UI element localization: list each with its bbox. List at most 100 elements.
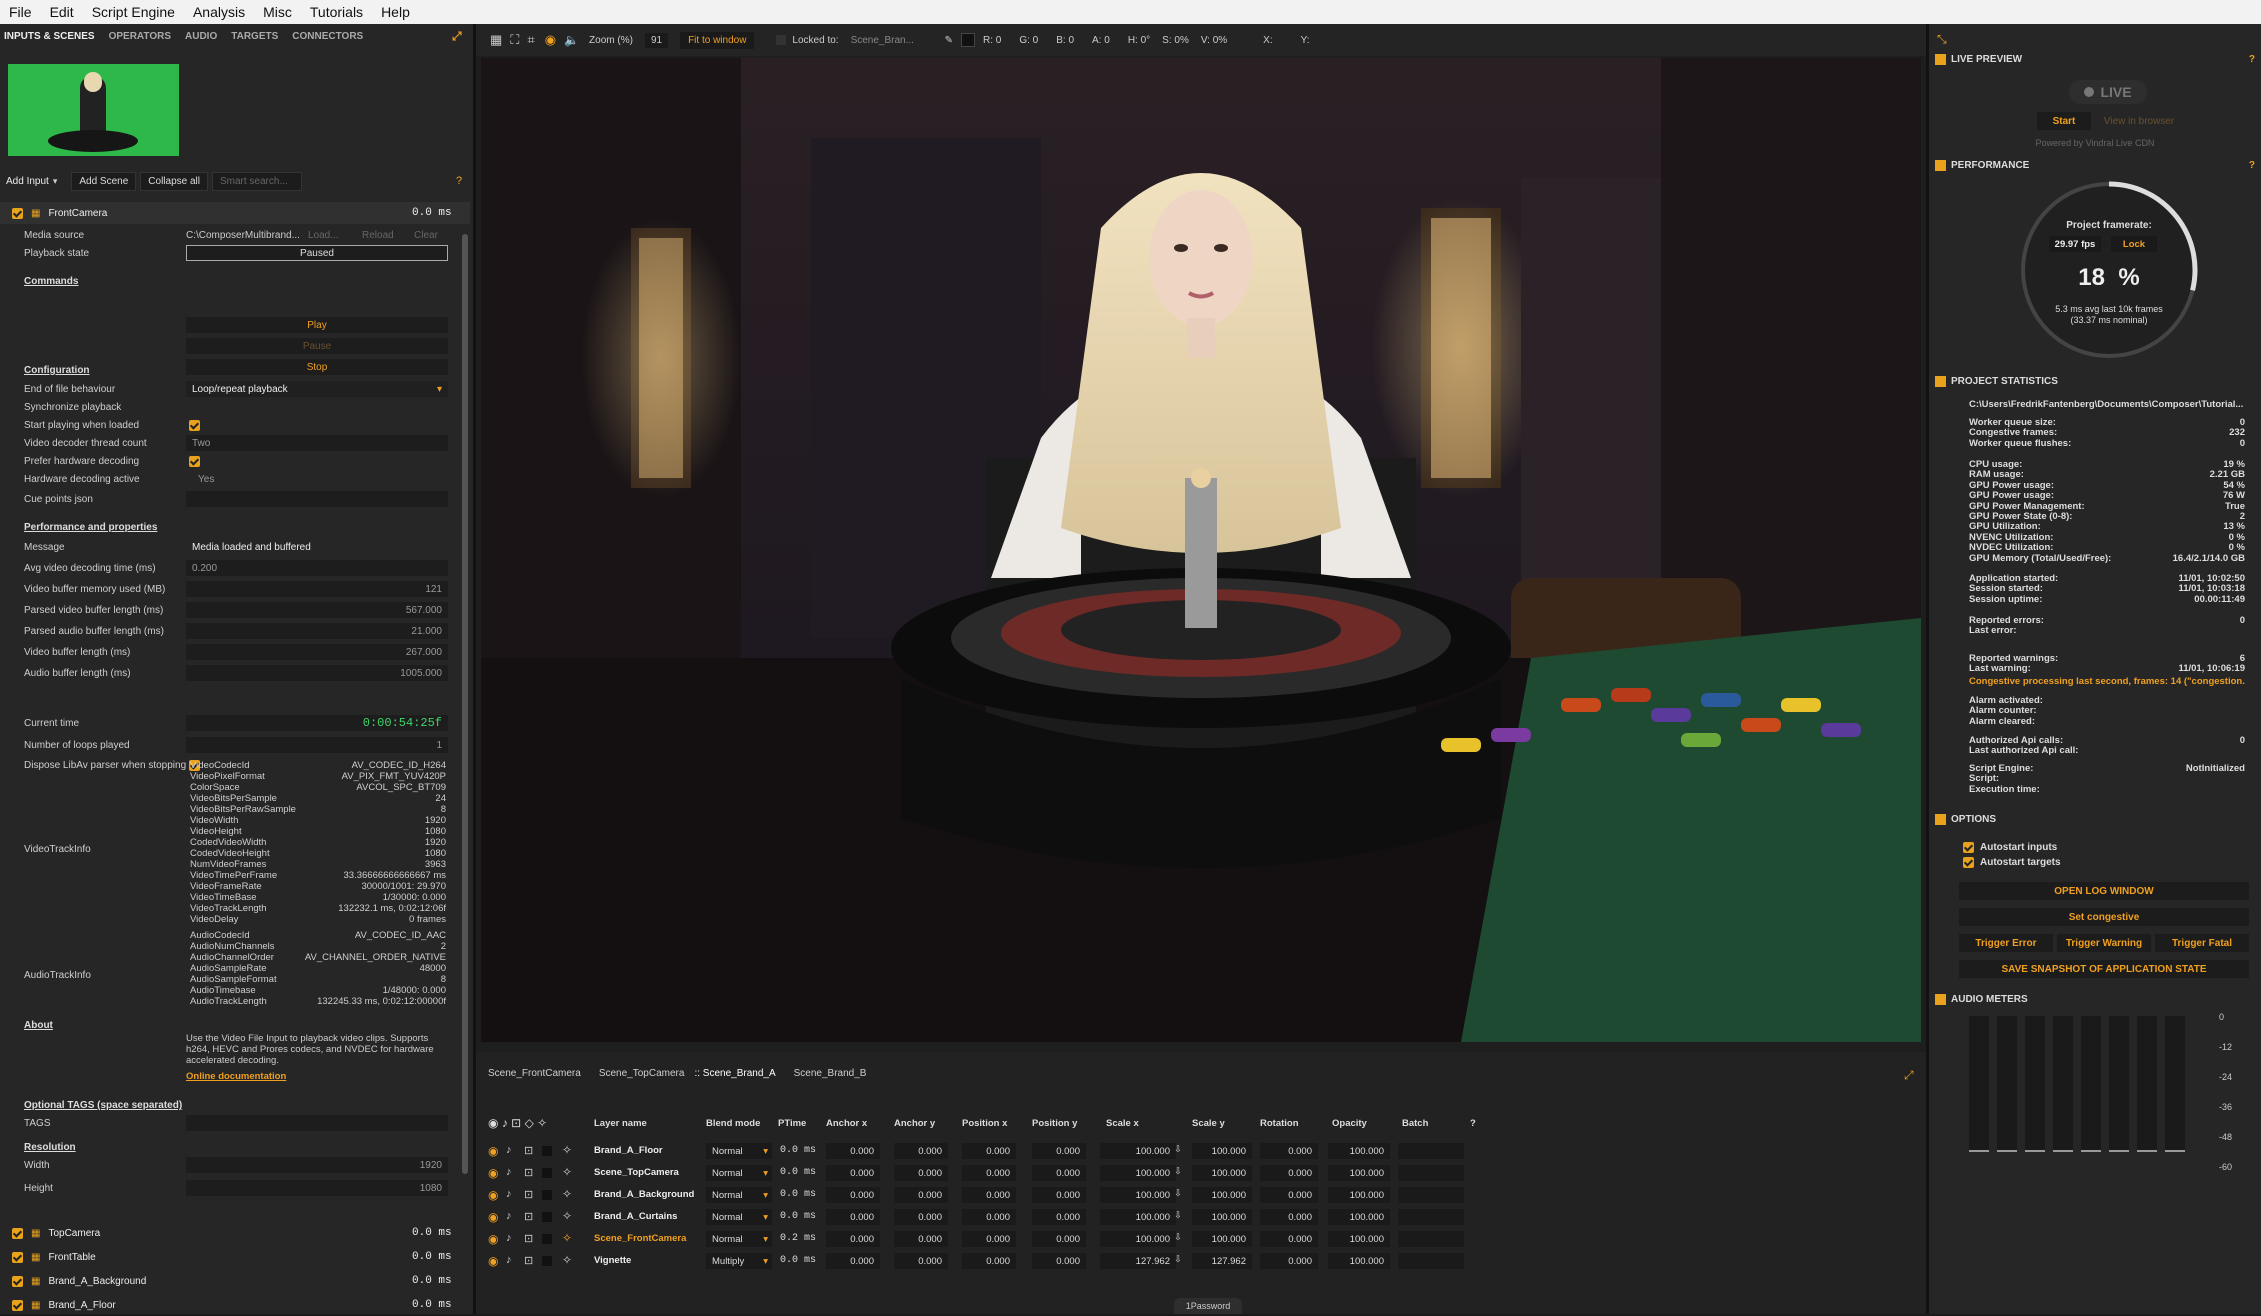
batch-checkbox[interactable] bbox=[542, 1168, 552, 1178]
trigger-warning-button[interactable]: Trigger Warning bbox=[2057, 934, 2151, 952]
lock-icon[interactable]: ⊡ bbox=[524, 1144, 533, 1157]
layer-row[interactable]: ◉ ♪ ⊡ ✧ Brand_A_Background Normal ▾ 0.0 ms 0.000… bbox=[476, 1184, 1926, 1206]
eye-icon[interactable]: ◉ bbox=[488, 1254, 498, 1268]
input-list-item[interactable]: ▦ FrontTable 0.0 ms bbox=[0, 1246, 470, 1268]
lock-icon[interactable]: ⊡ bbox=[524, 1188, 533, 1201]
batch-checkbox[interactable] bbox=[542, 1212, 552, 1222]
blend-mode-select[interactable]: Normal ▾ bbox=[706, 1165, 772, 1181]
collapse-icon[interactable] bbox=[1935, 813, 1946, 825]
layer-sy-input[interactable]: 127.962 bbox=[1192, 1253, 1252, 1269]
layer-op-input[interactable]: 100.000 bbox=[1328, 1165, 1390, 1181]
speaker-icon[interactable]: ♪ bbox=[506, 1210, 512, 1222]
layer-rot-input[interactable]: 0.000 bbox=[1260, 1165, 1318, 1181]
layer-px-input[interactable]: 0.000 bbox=[962, 1209, 1016, 1225]
blend-mode-select[interactable]: Multiply ▾ bbox=[706, 1253, 772, 1269]
layer-px-input[interactable]: 0.000 bbox=[962, 1187, 1016, 1203]
collapse-icon[interactable] bbox=[1935, 53, 1946, 65]
enable-checkbox[interactable] bbox=[12, 1275, 23, 1287]
layer-py-input[interactable]: 0.000 bbox=[1032, 1231, 1086, 1247]
layer-ay-input[interactable]: 0.000 bbox=[894, 1143, 948, 1159]
layer-name[interactable]: Brand_A_Background bbox=[594, 1189, 694, 1200]
width-input[interactable]: 1920 bbox=[186, 1157, 448, 1173]
layer-sx-input[interactable]: 100.000 bbox=[1100, 1187, 1176, 1203]
scene-tab-topcamera[interactable]: Scene_TopCamera bbox=[599, 1068, 685, 1079]
clear-button[interactable]: Clear bbox=[414, 230, 438, 241]
layers-icon[interactable]: ◇ bbox=[525, 1116, 534, 1130]
autostart-inputs-checkbox[interactable] bbox=[1963, 842, 1974, 853]
preview-viewport[interactable] bbox=[481, 58, 1921, 1042]
eof-select[interactable]: Loop/repeat playback ▾ bbox=[186, 381, 448, 397]
layer-name[interactable]: Brand_A_Floor bbox=[594, 1145, 663, 1156]
lock-button[interactable]: Lock bbox=[2111, 236, 2157, 252]
link-scale-icon[interactable]: ⇩ bbox=[1174, 1232, 1182, 1243]
lock-icon[interactable]: ⊡ bbox=[511, 1116, 521, 1130]
batch-checkbox[interactable] bbox=[542, 1256, 552, 1266]
layer-batch-input[interactable] bbox=[1398, 1143, 1464, 1159]
input-list-item[interactable]: ▦ Brand_A_Floor 0.0 ms bbox=[0, 1294, 470, 1316]
layer-sy-input[interactable]: 100.000 bbox=[1192, 1143, 1252, 1159]
fit-to-window-button[interactable]: Fit to window bbox=[680, 31, 755, 49]
layer-px-input[interactable]: 0.000 bbox=[962, 1253, 1016, 1269]
layer-ax-input[interactable]: 0.000 bbox=[826, 1143, 880, 1159]
trigger-error-button[interactable]: Trigger Error bbox=[1959, 934, 2053, 952]
scene-tab-brand-a[interactable]: :: Scene_Brand_A bbox=[694, 1068, 775, 1079]
batch-checkbox[interactable] bbox=[542, 1146, 552, 1156]
layer-py-input[interactable]: 0.000 bbox=[1032, 1143, 1086, 1159]
speaker-icon[interactable]: ♪ bbox=[506, 1166, 512, 1178]
menu-misc[interactable]: Misc bbox=[254, 4, 301, 20]
batch-checkbox[interactable] bbox=[542, 1190, 552, 1200]
stop-button[interactable]: Stop bbox=[186, 359, 448, 375]
tags-input[interactable] bbox=[186, 1115, 448, 1131]
enable-checkbox[interactable] bbox=[12, 1251, 23, 1263]
layer-rot-input[interactable]: 0.000 bbox=[1260, 1231, 1318, 1247]
play-button[interactable]: Play bbox=[186, 317, 448, 333]
hw-decoding-checkbox[interactable] bbox=[189, 455, 200, 467]
collapse-icon[interactable] bbox=[12, 207, 23, 219]
layer-sy-input[interactable]: 100.000 bbox=[1192, 1165, 1252, 1181]
layer-rot-input[interactable]: 0.000 bbox=[1260, 1209, 1318, 1225]
layer-ay-input[interactable]: 0.000 bbox=[894, 1209, 948, 1225]
input-header-frontcamera[interactable]: ▦ FrontCamera 0.0 ms bbox=[0, 202, 470, 224]
wand-icon[interactable]: ✧ bbox=[562, 1143, 572, 1157]
load-button[interactable]: Load... bbox=[308, 230, 339, 241]
threads-value[interactable]: Two bbox=[186, 435, 448, 451]
start-live-button[interactable]: Start bbox=[2037, 112, 2091, 130]
layer-op-input[interactable]: 100.000 bbox=[1328, 1209, 1390, 1225]
layer-sy-input[interactable]: 100.000 bbox=[1192, 1187, 1252, 1203]
eye-icon[interactable]: ◉ bbox=[488, 1116, 498, 1130]
layer-sy-input[interactable]: 100.000 bbox=[1192, 1209, 1252, 1225]
online-docs-link[interactable]: Online documentation bbox=[186, 1071, 286, 1082]
menu-script-engine[interactable]: Script Engine bbox=[83, 4, 184, 20]
lock-icon[interactable]: ⊡ bbox=[524, 1254, 533, 1267]
collapse-icon[interactable] bbox=[1935, 375, 1946, 387]
layer-px-input[interactable]: 0.000 bbox=[962, 1231, 1016, 1247]
collapse-icon[interactable] bbox=[1935, 993, 1946, 1005]
smart-search-input[interactable]: Smart search... bbox=[211, 171, 302, 191]
blend-mode-select[interactable]: Normal ▾ bbox=[706, 1143, 772, 1159]
layer-name[interactable]: Brand_A_Curtains bbox=[594, 1211, 677, 1222]
tab-audio[interactable]: AUDIO bbox=[185, 31, 217, 42]
help-icon[interactable]: ? bbox=[456, 175, 462, 187]
project-statistics-header[interactable]: PROJECT STATISTICS bbox=[1929, 372, 2261, 390]
frame-icon[interactable]: ⛶ bbox=[510, 32, 519, 48]
layer-batch-input[interactable] bbox=[1398, 1187, 1464, 1203]
layer-row[interactable]: ◉ ♪ ⊡ ✧ Scene_FrontCamera Normal ▾ 0.2 ms 0.000 0… bbox=[476, 1228, 1926, 1250]
layer-batch-input[interactable] bbox=[1398, 1231, 1464, 1247]
layer-rot-input[interactable]: 0.000 bbox=[1260, 1253, 1318, 1269]
layer-batch-input[interactable] bbox=[1398, 1165, 1464, 1181]
pause-button[interactable]: Pause bbox=[186, 338, 448, 354]
tab-operators[interactable]: OPERATORS bbox=[109, 31, 171, 42]
layer-ax-input[interactable]: 0.000 bbox=[826, 1209, 880, 1225]
input-thumbnail[interactable] bbox=[8, 64, 179, 156]
layer-row[interactable]: ◉ ♪ ⊡ ✧ Brand_A_Floor Normal ▾ 0.0 ms 0.000 0.000… bbox=[476, 1140, 1926, 1162]
layer-op-input[interactable]: 100.000 bbox=[1328, 1187, 1390, 1203]
add-scene-button[interactable]: Add Scene bbox=[71, 171, 137, 191]
lock-icon[interactable]: ⊡ bbox=[524, 1166, 533, 1179]
locked-checkbox[interactable] bbox=[776, 35, 787, 45]
tab-connectors[interactable]: CONNECTORS bbox=[292, 31, 363, 42]
wand-icon[interactable]: ✧ bbox=[562, 1209, 572, 1223]
eye-icon[interactable]: ◉ bbox=[545, 32, 556, 48]
link-scale-icon[interactable]: ⇩ bbox=[1174, 1166, 1182, 1177]
layer-ay-input[interactable]: 0.000 bbox=[894, 1187, 948, 1203]
eye-icon[interactable]: ◉ bbox=[488, 1210, 498, 1224]
